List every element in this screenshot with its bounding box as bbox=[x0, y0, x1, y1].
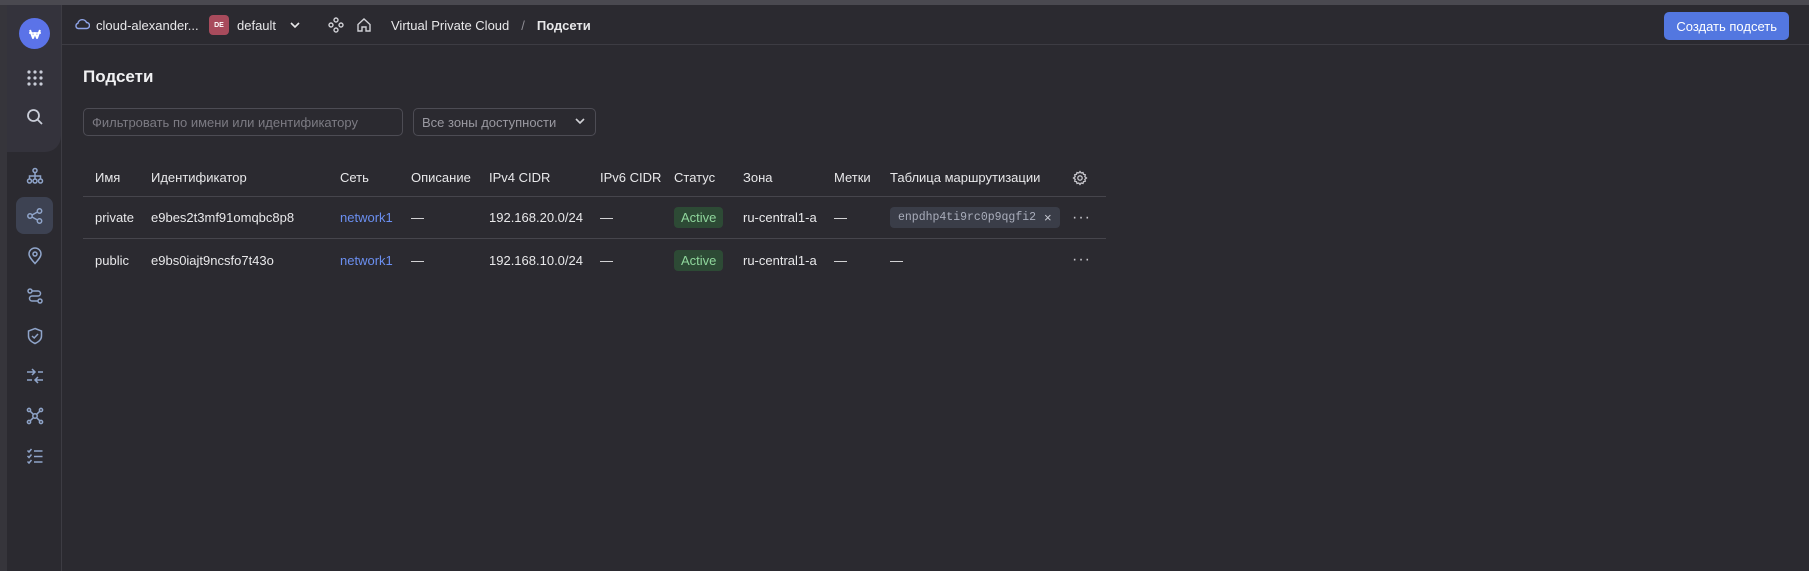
cell-ipv4: 192.168.20.0/24 bbox=[489, 210, 583, 225]
status-cell: Active bbox=[674, 197, 724, 238]
cell-description: — bbox=[411, 210, 424, 225]
breadcrumb: Virtual Private Cloud / Подсети bbox=[391, 5, 591, 45]
column-header[interactable]: Сеть bbox=[340, 159, 369, 196]
status-badge: Active bbox=[674, 207, 724, 228]
page-title: Подсети bbox=[83, 67, 154, 86]
cloud-selector[interactable]: cloud-alexander... bbox=[74, 5, 199, 45]
security-groups-icon[interactable] bbox=[16, 317, 53, 354]
route-tables-icon[interactable] bbox=[16, 277, 53, 314]
service-hub-icon[interactable] bbox=[328, 5, 344, 45]
column-header[interactable]: Идентификатор bbox=[151, 159, 247, 196]
cell-labels: — bbox=[834, 210, 847, 225]
cell-name: public bbox=[95, 252, 129, 268]
column-header[interactable]: Метки bbox=[834, 159, 871, 196]
filter-input[interactable] bbox=[83, 108, 403, 136]
cell-ipv6: — bbox=[600, 252, 613, 268]
search-icon[interactable] bbox=[16, 98, 53, 135]
status-cell: Active bbox=[674, 239, 724, 281]
home-icon[interactable] bbox=[356, 5, 372, 45]
window-left-edge bbox=[0, 5, 7, 571]
folder-badge: DE bbox=[209, 15, 229, 35]
row-menu-icon[interactable]: ··· bbox=[1072, 239, 1091, 281]
ip-addresses-icon[interactable] bbox=[16, 237, 53, 274]
logo-icon[interactable] bbox=[19, 18, 50, 49]
status-badge: Active bbox=[674, 249, 724, 271]
create-subnet-button[interactable]: Создать подсеть bbox=[1664, 12, 1789, 40]
cell-id: e9bes2t3mf91omqbc8p8 bbox=[151, 210, 295, 225]
subnets-icon[interactable] bbox=[16, 197, 53, 234]
cell-ipv6: — bbox=[600, 210, 613, 225]
close-icon[interactable]: × bbox=[1044, 210, 1052, 225]
chevron-down-icon[interactable] bbox=[288, 5, 302, 45]
private-endpoints-icon[interactable] bbox=[16, 397, 53, 434]
row-menu-icon[interactable]: ··· bbox=[1072, 197, 1091, 238]
zone-select[interactable]: Все зоны доступности bbox=[413, 108, 596, 136]
cloud-name: cloud-alexander... bbox=[96, 17, 199, 33]
sidebar bbox=[7, 5, 62, 571]
cell-route-table: — bbox=[890, 252, 903, 268]
folder-name: default bbox=[237, 17, 277, 33]
cell-ipv4: 192.168.10.0/24 bbox=[489, 252, 583, 268]
column-header[interactable]: Описание bbox=[411, 159, 471, 196]
cell-labels: — bbox=[834, 252, 847, 268]
route-table-id: enpdhp4ti9rc0p9qgfi2 bbox=[898, 211, 1037, 224]
gateways-icon[interactable] bbox=[16, 357, 53, 394]
zone-select-value: Все зоны доступности bbox=[422, 114, 557, 130]
column-header[interactable]: IPv4 CIDR bbox=[489, 159, 550, 196]
operations-icon[interactable] bbox=[16, 437, 53, 474]
column-header[interactable]: Таблица маршрутизации bbox=[890, 159, 1040, 196]
cell-zone: ru-central1-a bbox=[743, 210, 817, 225]
cloud-icon bbox=[74, 17, 91, 33]
breadcrumb-service[interactable]: Virtual Private Cloud bbox=[391, 18, 509, 33]
network-link[interactable]: network1 bbox=[340, 197, 393, 238]
breadcrumb-separator: / bbox=[521, 17, 525, 33]
table-header: Имя Идентификатор Сеть Описание IPv4 CID… bbox=[83, 159, 1106, 197]
table-row[interactable]: public e9bs0iajt9ncsfo7t43o network1 — 1… bbox=[83, 239, 1106, 281]
column-header[interactable]: Зона bbox=[743, 159, 773, 196]
network-link[interactable]: network1 bbox=[340, 239, 393, 281]
top-header: cloud-alexander... DE default Virtual Pr… bbox=[62, 5, 1809, 45]
cloud-networks-icon[interactable] bbox=[16, 157, 53, 194]
services-grid-icon[interactable] bbox=[16, 59, 53, 96]
table-row[interactable]: private e9bes2t3mf91omqbc8p8 network1 — … bbox=[83, 197, 1106, 239]
route-table-cell: enpdhp4ti9rc0p9qgfi2 × bbox=[890, 197, 1060, 238]
column-header[interactable]: Имя bbox=[95, 159, 120, 196]
subnets-table: Имя Идентификатор Сеть Описание IPv4 CID… bbox=[83, 159, 1106, 281]
route-table-chip[interactable]: enpdhp4ti9rc0p9qgfi2 × bbox=[890, 207, 1060, 228]
folder-selector[interactable]: DE default bbox=[209, 5, 276, 45]
cell-id: e9bs0iajt9ncsfo7t43o bbox=[151, 252, 274, 268]
column-header[interactable]: IPv6 CIDR bbox=[600, 159, 661, 196]
cell-name: private bbox=[95, 210, 135, 225]
gear-icon[interactable] bbox=[1072, 159, 1088, 196]
column-header[interactable]: Статус bbox=[674, 159, 715, 196]
cell-zone: ru-central1-a bbox=[743, 252, 817, 268]
cell-description: — bbox=[411, 252, 424, 268]
chevron-down-icon bbox=[573, 114, 587, 131]
breadcrumb-current: Подсети bbox=[536, 17, 591, 33]
